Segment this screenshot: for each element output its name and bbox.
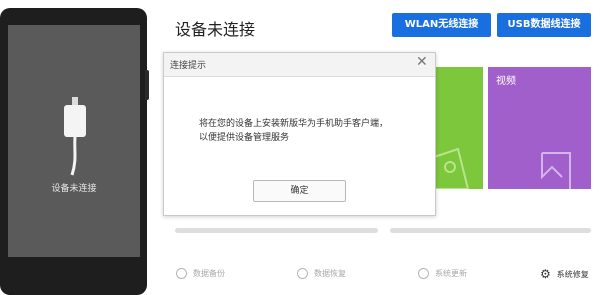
usb-connect-button[interactable]: USB数据线连接 <box>497 13 591 37</box>
wlan-connect-button[interactable]: WLAN无线连接 <box>392 13 491 37</box>
toolbar-repair-label: 系统修复 <box>556 269 589 279</box>
phone-side-button <box>145 70 149 100</box>
phone-status-label: 设备未连接 <box>51 184 97 194</box>
toolbar-backup-label: 数据备份 <box>193 269 225 278</box>
update-arrow-icon <box>418 268 429 279</box>
toolbar-update-label: 系统更新 <box>435 269 467 278</box>
progress-track-left <box>175 228 378 233</box>
restore-icon <box>297 268 308 279</box>
photo-icon <box>433 147 470 189</box>
phone-screen <box>8 25 140 257</box>
connection-dialog: 连接提示 ✕ 将在您的设备上安装新版华为手机助手客户端， 以便提供设备管理服务 … <box>163 52 436 216</box>
dialog-title: 连接提示 <box>170 61 207 71</box>
usb-cable-icon <box>64 97 86 176</box>
photo-tile[interactable] <box>428 67 483 189</box>
toolbar-repair[interactable]: ⚙ 系统修复 <box>540 268 589 280</box>
video-tile-label: 视频 <box>496 76 516 87</box>
close-icon[interactable]: ✕ <box>416 55 428 69</box>
dialog-message-line2: 以便提供设备管理服务 <box>199 133 290 143</box>
toolbar-backup[interactable]: 数据备份 <box>176 268 225 279</box>
toolbar-restore[interactable]: 数据恢复 <box>297 268 346 279</box>
clock-backup-icon <box>176 268 187 279</box>
dialog-message: 将在您的设备上安装新版华为手机助手客户端， 以便提供设备管理服务 <box>199 117 419 145</box>
page-title: 设备未连接 <box>175 20 256 39</box>
toolbar-update[interactable]: 系统更新 <box>418 268 467 279</box>
gear-icon: ⚙ <box>540 267 551 281</box>
dialog-message-line1: 将在您的设备上安装新版华为手机助手客户端， <box>199 119 389 129</box>
progress-track-right <box>390 228 591 233</box>
ok-button[interactable]: 确定 <box>253 180 346 202</box>
toolbar-restore-label: 数据恢复 <box>314 269 346 278</box>
